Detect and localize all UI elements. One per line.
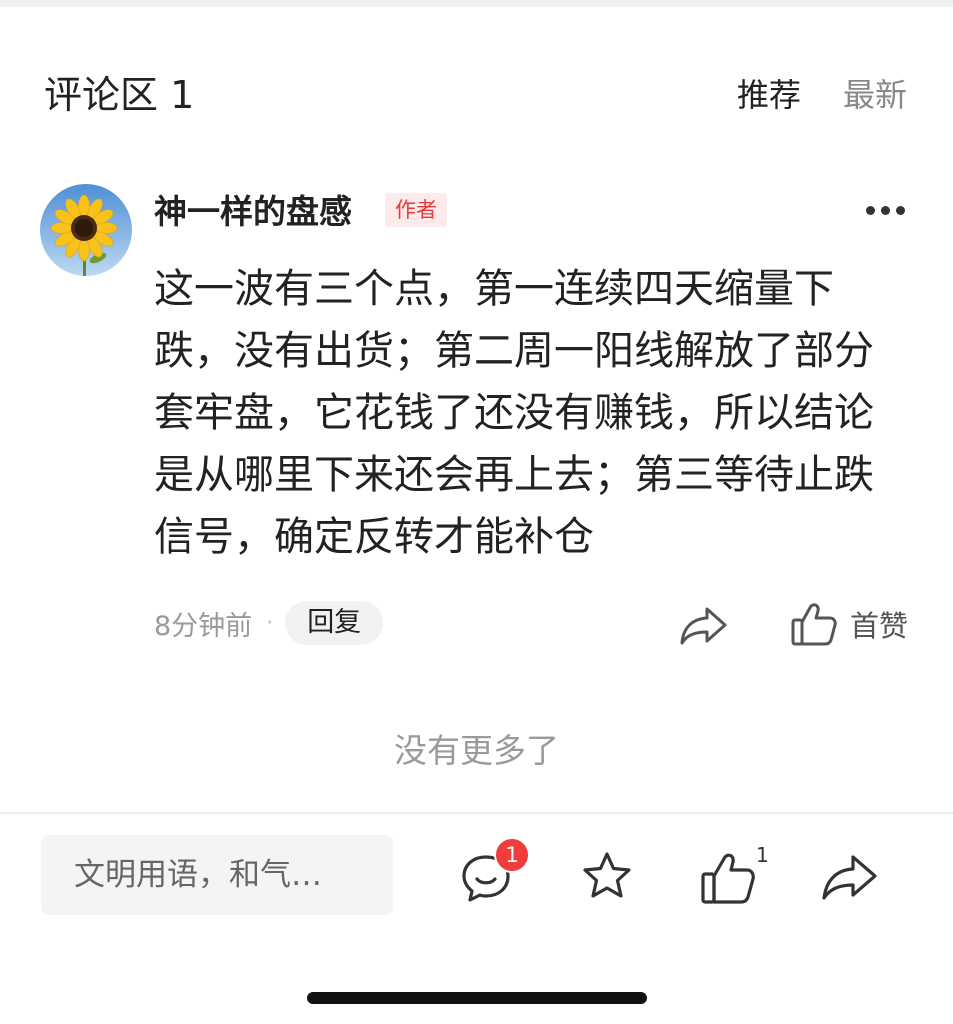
bottom-divider: [0, 812, 953, 814]
reply-button[interactable]: 回复: [285, 601, 384, 645]
author-badge: 作者: [385, 193, 447, 227]
comment-username[interactable]: 神一样的盘感: [154, 190, 352, 234]
thumbs-up-icon: [701, 853, 755, 904]
comment-time: 8分钟前: [154, 610, 253, 642]
sort-latest-tab[interactable]: 最新: [843, 74, 907, 116]
more-icon[interactable]: [862, 194, 910, 226]
top-band: [0, 0, 953, 7]
home-indicator[interactable]: [307, 992, 647, 1004]
sunflower-avatar-icon: [40, 184, 132, 276]
favorite-button[interactable]: [578, 849, 636, 905]
avatar[interactable]: [40, 184, 132, 276]
comment-text: 这一波有三个点，第一连续四天缩量下跌，没有出货；第二周一阳线解放了部分套牢盘，它…: [154, 266, 874, 560]
share-icon: [680, 607, 727, 645]
comment-meta: 8分钟前 · 回复: [154, 600, 384, 646]
star-icon: [583, 852, 631, 898]
comment-like-button[interactable]: [790, 601, 838, 647]
comment-share-button[interactable]: [678, 603, 730, 647]
no-more-text: 没有更多了: [394, 731, 559, 770]
thumbs-up-icon: [791, 603, 837, 646]
comment-input[interactable]: 文明用语，和气…: [41, 835, 393, 915]
share-button[interactable]: [820, 852, 880, 902]
comments-title: 评论区 1: [44, 73, 195, 117]
sort-recommended-tab[interactable]: 推荐: [737, 74, 801, 116]
like-label[interactable]: 首赞: [850, 606, 908, 646]
meta-separator: ·: [266, 610, 274, 636]
like-button[interactable]: [699, 850, 757, 906]
comment-input-placeholder: 文明用语，和气…: [74, 857, 322, 893]
share-icon: [822, 855, 877, 900]
like-count: 1: [756, 843, 769, 867]
comment-count-badge: 1: [494, 837, 530, 873]
